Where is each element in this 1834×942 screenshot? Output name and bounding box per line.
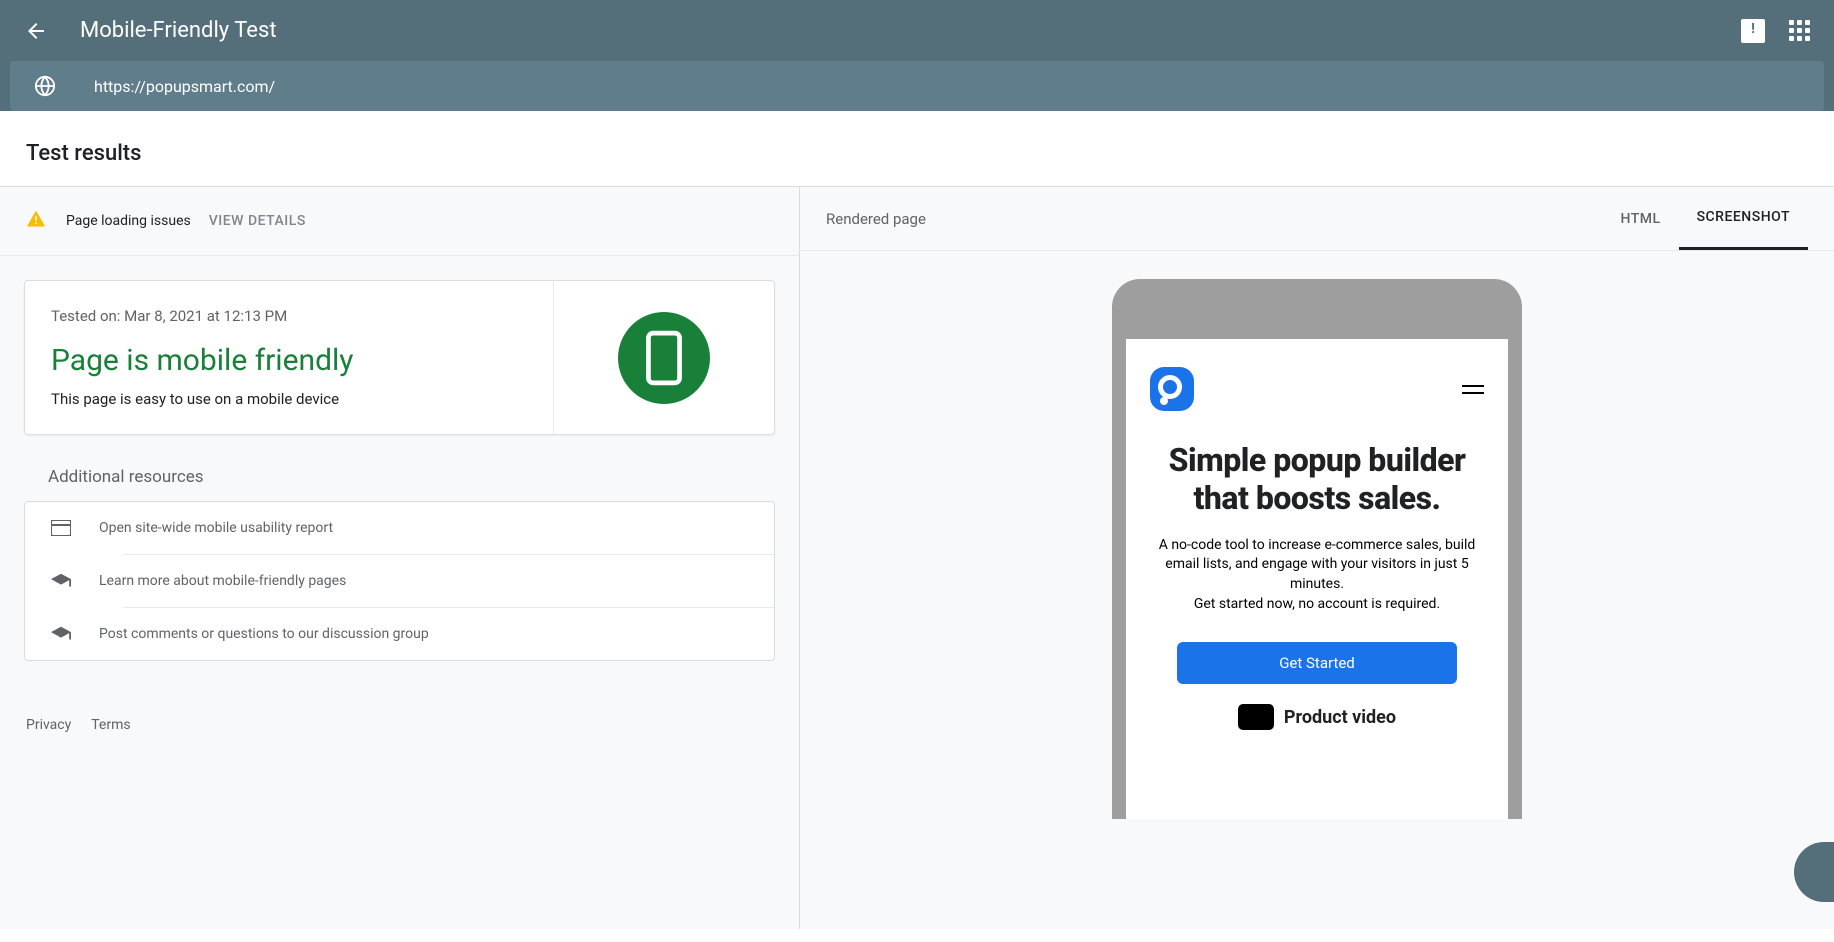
resource-item-usability-report[interactable]: Open site-wide mobile usability report — [25, 502, 774, 554]
result-status: Page is mobile friendly — [51, 343, 527, 378]
rendered-page-label: Rendered page — [826, 210, 1602, 228]
resources-card: Open site-wide mobile usability report L… — [24, 501, 775, 661]
preview-subtext: A no-code tool to increase e-commerce sa… — [1146, 536, 1488, 614]
floating-action-button[interactable] — [1794, 842, 1834, 902]
globe-icon — [34, 75, 56, 97]
feedback-icon[interactable] — [1741, 19, 1765, 43]
result-badge-area — [554, 281, 774, 434]
mobile-friendly-badge-icon — [618, 312, 710, 404]
apps-grid-icon[interactable] — [1789, 20, 1810, 41]
warning-bar: Page loading issues VIEW DETAILS — [0, 187, 799, 256]
app-title: Mobile-Friendly Test — [80, 18, 1741, 43]
preview-product-video: Product video — [1146, 704, 1488, 730]
preview-header — [1146, 367, 1488, 411]
preview-sub-line2: Get started now, no account is required. — [1194, 596, 1440, 612]
preview-product-label: Product video — [1284, 707, 1396, 728]
preview-headline: Simple popup builder that boosts sales. — [1146, 441, 1488, 518]
resources-section-title: Additional resources — [0, 459, 799, 501]
header-actions — [1741, 19, 1810, 43]
results-header: Test results — [0, 121, 1834, 187]
education-icon — [51, 626, 71, 642]
privacy-link[interactable]: Privacy — [26, 717, 71, 733]
main-content: Page loading issues VIEW DETAILS Tested … — [0, 187, 1834, 929]
result-description: This page is easy to use on a mobile dev… — [51, 390, 527, 408]
device-preview-frame: Simple popup builder that boosts sales. … — [1112, 279, 1522, 819]
device-screen: Simple popup builder that boosts sales. … — [1126, 339, 1508, 819]
resource-label: Open site-wide mobile usability report — [99, 520, 333, 536]
footer-links: Privacy Terms — [0, 685, 799, 749]
preview-cta-button: Get Started — [1177, 642, 1457, 684]
url-bar[interactable]: https://popupsmart.com/ — [10, 61, 1824, 111]
back-arrow-icon[interactable] — [24, 19, 48, 43]
result-card: Tested on: Mar 8, 2021 at 12:13 PM Page … — [24, 280, 775, 435]
preview-sub-line1: A no-code tool to increase e-commerce sa… — [1159, 537, 1476, 592]
tab-screenshot[interactable]: SCREENSHOT — [1679, 209, 1808, 250]
resource-label: Learn more about mobile-friendly pages — [99, 573, 346, 589]
right-panel-header: Rendered page HTML SCREENSHOT — [800, 187, 1834, 251]
right-panel: Rendered page HTML SCREENSHOT Simple pop… — [800, 187, 1834, 929]
video-icon — [1238, 704, 1274, 730]
warning-text: Page loading issues — [66, 213, 191, 229]
warning-icon — [26, 209, 46, 233]
tested-url: https://popupsmart.com/ — [94, 77, 275, 96]
hamburger-icon — [1462, 385, 1484, 394]
view-details-link[interactable]: VIEW DETAILS — [209, 213, 306, 229]
preview-logo-icon — [1150, 367, 1194, 411]
tested-on-timestamp: Tested on: Mar 8, 2021 at 12:13 PM — [51, 307, 527, 325]
header-top-bar: Mobile-Friendly Test — [0, 0, 1834, 61]
resource-label: Post comments or questions to our discus… — [99, 626, 429, 642]
webpage-icon — [51, 520, 71, 536]
left-panel: Page loading issues VIEW DETAILS Tested … — [0, 187, 800, 929]
result-card-content: Tested on: Mar 8, 2021 at 12:13 PM Page … — [25, 281, 554, 434]
tab-html[interactable]: HTML — [1602, 211, 1678, 249]
resource-item-learn-more[interactable]: Learn more about mobile-friendly pages — [25, 555, 774, 607]
terms-link[interactable]: Terms — [91, 717, 130, 733]
results-title: Test results — [26, 141, 1808, 166]
resource-item-discussion[interactable]: Post comments or questions to our discus… — [25, 608, 774, 660]
app-header: Mobile-Friendly Test https://popupsmart.… — [0, 0, 1834, 111]
education-icon — [51, 573, 71, 589]
